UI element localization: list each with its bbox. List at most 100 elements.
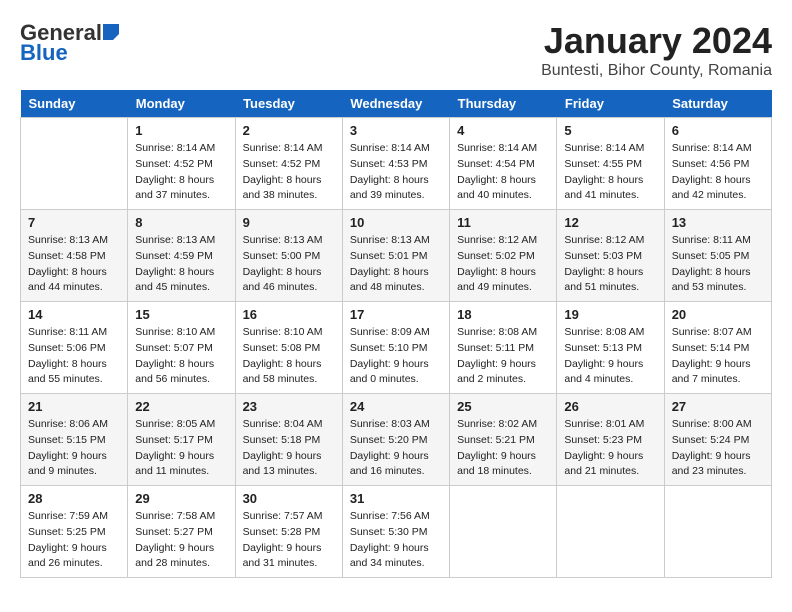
day-number: 10 [350, 215, 442, 230]
weekday-header: Wednesday [342, 90, 449, 118]
calendar-cell: 12Sunrise: 8:12 AM Sunset: 5:03 PM Dayli… [557, 210, 664, 302]
calendar-week-row: 1 Sunrise: 8:14 AM Sunset: 4:52 PM Daylig… [21, 118, 772, 210]
day-number: 11 [457, 215, 549, 230]
day-number: 28 [28, 491, 120, 506]
calendar-cell: 6 Sunrise: 8:14 AM Sunset: 4:56 PM Daylig… [664, 118, 771, 210]
calendar-cell: 17 Sunrise: 8:09 AM Sunset: 5:10 PM Dayli… [342, 302, 449, 394]
day-number: 31 [350, 491, 442, 506]
calendar-cell: 10Sunrise: 8:13 AM Sunset: 5:01 PM Dayli… [342, 210, 449, 302]
page-header: General Blue January 2024 Buntesti, Biho… [20, 20, 772, 80]
calendar-cell: 25Sunrise: 8:02 AM Sunset: 5:21 PM Dayli… [450, 394, 557, 486]
day-info: Sunrise: 8:02 AM Sunset: 5:21 PM Dayligh… [457, 417, 549, 480]
weekday-header-row: SundayMondayTuesdayWednesdayThursdayFrid… [21, 90, 772, 118]
calendar-cell: 23Sunrise: 8:04 AM Sunset: 5:18 PM Dayli… [235, 394, 342, 486]
calendar-cell: 18 Sunrise: 8:08 AM Sunset: 5:11 PM Dayli… [450, 302, 557, 394]
calendar-cell [450, 486, 557, 578]
day-info: Sunrise: 8:00 AM Sunset: 5:24 PM Dayligh… [672, 417, 764, 480]
calendar-cell: 27Sunrise: 8:00 AM Sunset: 5:24 PM Dayli… [664, 394, 771, 486]
calendar-cell: 2 Sunrise: 8:14 AM Sunset: 4:52 PM Daylig… [235, 118, 342, 210]
weekday-header: Tuesday [235, 90, 342, 118]
calendar-cell: 28 Sunrise: 7:59 AM Sunset: 5:25 PM Dayli… [21, 486, 128, 578]
day-info: Sunrise: 8:12 AM Sunset: 5:02 PM Dayligh… [457, 233, 549, 296]
day-number: 13 [672, 215, 764, 230]
title-block: January 2024 Buntesti, Bihor County, Rom… [541, 20, 772, 80]
day-number: 14 [28, 307, 120, 322]
calendar-cell [664, 486, 771, 578]
day-info: Sunrise: 8:13 AM Sunset: 5:00 PM Dayligh… [243, 233, 335, 296]
calendar-week-row: 21Sunrise: 8:06 AM Sunset: 5:15 PM Dayli… [21, 394, 772, 486]
day-info: Sunrise: 8:10 AM Sunset: 5:08 PM Dayligh… [243, 325, 335, 388]
calendar-cell: 15 Sunrise: 8:10 AM Sunset: 5:07 PM Dayli… [128, 302, 235, 394]
day-number: 16 [243, 307, 335, 322]
day-info: Sunrise: 7:59 AM Sunset: 5:25 PM Dayligh… [28, 509, 120, 572]
day-info: Sunrise: 8:11 AM Sunset: 5:06 PM Dayligh… [28, 325, 120, 388]
main-title: January 2024 [541, 20, 772, 62]
day-info: Sunrise: 8:14 AM Sunset: 4:52 PM Dayligh… [243, 141, 335, 204]
calendar-table: SundayMondayTuesdayWednesdayThursdayFrid… [20, 90, 772, 578]
calendar-cell: 19 Sunrise: 8:08 AM Sunset: 5:13 PM Dayli… [557, 302, 664, 394]
day-info: Sunrise: 8:08 AM Sunset: 5:13 PM Dayligh… [564, 325, 656, 388]
calendar-week-row: 28 Sunrise: 7:59 AM Sunset: 5:25 PM Dayli… [21, 486, 772, 578]
day-number: 4 [457, 123, 549, 138]
calendar-cell: 9 Sunrise: 8:13 AM Sunset: 5:00 PM Daylig… [235, 210, 342, 302]
weekday-header: Sunday [21, 90, 128, 118]
day-info: Sunrise: 8:14 AM Sunset: 4:55 PM Dayligh… [564, 141, 656, 204]
day-info: Sunrise: 8:10 AM Sunset: 5:07 PM Dayligh… [135, 325, 227, 388]
calendar-cell: 1Sunrise: 8:14 AM Sunset: 4:52 PM Daylig… [128, 118, 235, 210]
day-number: 7 [28, 215, 120, 230]
day-number: 1 [135, 123, 227, 138]
day-number: 5 [564, 123, 656, 138]
calendar-cell: 7 Sunrise: 8:13 AM Sunset: 4:58 PM Daylig… [21, 210, 128, 302]
day-info: Sunrise: 8:09 AM Sunset: 5:10 PM Dayligh… [350, 325, 442, 388]
day-number: 22 [135, 399, 227, 414]
day-number: 26 [564, 399, 656, 414]
subtitle: Buntesti, Bihor County, Romania [541, 62, 772, 80]
day-number: 8 [135, 215, 227, 230]
calendar-week-row: 14 Sunrise: 8:11 AM Sunset: 5:06 PM Dayli… [21, 302, 772, 394]
logo: General Blue [20, 20, 120, 66]
calendar-cell: 4 Sunrise: 8:14 AM Sunset: 4:54 PM Daylig… [450, 118, 557, 210]
day-info: Sunrise: 8:11 AM Sunset: 5:05 PM Dayligh… [672, 233, 764, 296]
day-number: 19 [564, 307, 656, 322]
day-number: 6 [672, 123, 764, 138]
calendar-cell [557, 486, 664, 578]
day-info: Sunrise: 8:08 AM Sunset: 5:11 PM Dayligh… [457, 325, 549, 388]
day-number: 30 [243, 491, 335, 506]
day-number: 15 [135, 307, 227, 322]
day-number: 17 [350, 307, 442, 322]
day-number: 23 [243, 399, 335, 414]
day-number: 18 [457, 307, 549, 322]
day-number: 21 [28, 399, 120, 414]
day-number: 24 [350, 399, 442, 414]
day-number: 9 [243, 215, 335, 230]
calendar-cell: 8 Sunrise: 8:13 AM Sunset: 4:59 PM Daylig… [128, 210, 235, 302]
day-info: Sunrise: 8:13 AM Sunset: 4:58 PM Dayligh… [28, 233, 120, 296]
day-info: Sunrise: 7:57 AM Sunset: 5:28 PM Dayligh… [243, 509, 335, 572]
calendar-cell: 14 Sunrise: 8:11 AM Sunset: 5:06 PM Dayli… [21, 302, 128, 394]
day-info: Sunrise: 7:58 AM Sunset: 5:27 PM Dayligh… [135, 509, 227, 572]
weekday-header: Friday [557, 90, 664, 118]
day-info: Sunrise: 8:13 AM Sunset: 4:59 PM Dayligh… [135, 233, 227, 296]
day-info: Sunrise: 8:14 AM Sunset: 4:53 PM Dayligh… [350, 141, 442, 204]
weekday-header: Monday [128, 90, 235, 118]
day-number: 12 [564, 215, 656, 230]
day-number: 2 [243, 123, 335, 138]
day-info: Sunrise: 8:07 AM Sunset: 5:14 PM Dayligh… [672, 325, 764, 388]
calendar-cell: 3 Sunrise: 8:14 AM Sunset: 4:53 PM Daylig… [342, 118, 449, 210]
day-number: 29 [135, 491, 227, 506]
day-number: 3 [350, 123, 442, 138]
calendar-cell: 30 Sunrise: 7:57 AM Sunset: 5:28 PM Dayli… [235, 486, 342, 578]
calendar-cell: 29 Sunrise: 7:58 AM Sunset: 5:27 PM Dayli… [128, 486, 235, 578]
day-info: Sunrise: 8:14 AM Sunset: 4:54 PM Dayligh… [457, 141, 549, 204]
calendar-cell [21, 118, 128, 210]
logo-blue: Blue [20, 40, 68, 65]
calendar-cell: 22 Sunrise: 8:05 AM Sunset: 5:17 PM Dayli… [128, 394, 235, 486]
weekday-header: Thursday [450, 90, 557, 118]
calendar-cell: 31 Sunrise: 7:56 AM Sunset: 5:30 PM Dayli… [342, 486, 449, 578]
calendar-cell: 21Sunrise: 8:06 AM Sunset: 5:15 PM Dayli… [21, 394, 128, 486]
calendar-cell: 16 Sunrise: 8:10 AM Sunset: 5:08 PM Dayli… [235, 302, 342, 394]
calendar-cell: 26Sunrise: 8:01 AM Sunset: 5:23 PM Dayli… [557, 394, 664, 486]
day-info: Sunrise: 8:14 AM Sunset: 4:56 PM Dayligh… [672, 141, 764, 204]
day-info: Sunrise: 7:56 AM Sunset: 5:30 PM Dayligh… [350, 509, 442, 572]
day-info: Sunrise: 8:05 AM Sunset: 5:17 PM Dayligh… [135, 417, 227, 480]
